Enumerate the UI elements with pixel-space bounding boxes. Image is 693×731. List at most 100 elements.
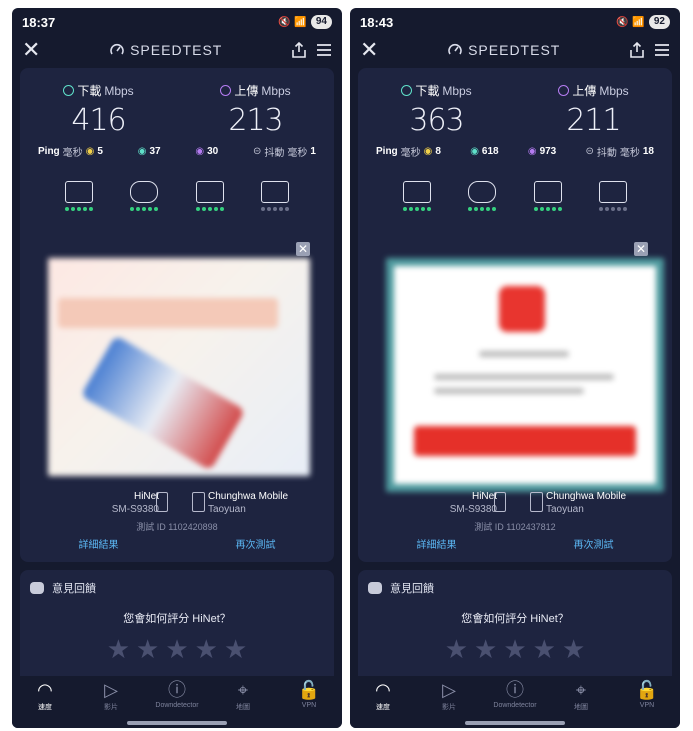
star-icon[interactable]: ★ <box>503 634 526 665</box>
upload-icon <box>558 85 570 96</box>
gaming-icon <box>130 181 159 203</box>
browsing-icon <box>402 181 431 203</box>
jitter-icon: ⊝ <box>253 146 262 157</box>
ad-close-icon[interactable]: ✕ <box>634 242 648 256</box>
share-icon[interactable] <box>292 42 306 58</box>
star-icon[interactable]: ★ <box>224 634 247 665</box>
ad-banner[interactable] <box>386 258 664 492</box>
menu-icon[interactable] <box>654 43 670 57</box>
feedback-card: 意見回饋 您會如何評分 HiNet？ ★ ★ ★ ★ ★ <box>20 570 334 685</box>
top-bar: ✕ SPEEDTEST <box>12 36 342 64</box>
nav-downdetector[interactable]: ⓘ Downdetector <box>147 680 207 709</box>
ping-download-value: 618 <box>481 146 499 157</box>
ping-idle-icon: ◉ <box>423 146 433 157</box>
home-indicator <box>127 721 227 725</box>
gaming-performance[interactable] <box>468 181 497 211</box>
video-icon <box>195 181 224 203</box>
feedback-question: 您會如何評分 HiNet？ <box>461 613 569 625</box>
result-id: 測試 ID 1102420898 <box>136 522 218 532</box>
server-icon <box>192 492 205 512</box>
close-icon[interactable]: ✕ <box>360 39 378 61</box>
video-performance[interactable] <box>195 181 224 211</box>
speedometer-icon: ◠ <box>37 680 53 700</box>
nav-label: 地圖 <box>236 704 250 711</box>
nav-map[interactable]: ⌖ 地圖 <box>213 680 273 712</box>
gaming-performance[interactable] <box>130 181 159 211</box>
phone-screen-left: 18:37 🔇 📶 94 ✕ SPEEDTEST 下載 Mbps 416 上傳 Mb… <box>12 8 342 728</box>
close-icon[interactable]: ✕ <box>22 39 40 61</box>
star-icon[interactable]: ★ <box>445 634 468 665</box>
retest-link[interactable]: 再次測試 <box>574 536 614 551</box>
nav-video[interactable]: ▷ 影片 <box>81 680 141 712</box>
home-indicator <box>465 721 565 725</box>
app-performance-row <box>358 181 672 211</box>
nav-vpn[interactable]: 🔓 VPN <box>279 680 339 709</box>
video-icon <box>533 181 562 203</box>
ping-unit: 毫秒 <box>62 148 83 159</box>
status-icons: 🔇 📶 94 <box>278 15 332 29</box>
nav-downdetector[interactable]: ⓘ Downdetector <box>485 680 545 709</box>
ping-idle-value: 8 <box>435 146 441 157</box>
top-bar: ✕ SPEEDTEST <box>350 36 680 64</box>
jitter-unit: 毫秒 <box>287 148 308 159</box>
star-icon[interactable]: ★ <box>136 634 159 665</box>
details-link[interactable]: 詳細結果 <box>417 536 457 551</box>
star-icon[interactable]: ★ <box>474 634 497 665</box>
share-icon[interactable] <box>630 42 644 58</box>
nav-label: VPN <box>301 702 317 709</box>
nav-map[interactable]: ⌖ 地圖 <box>551 680 611 712</box>
battery-badge: 92 <box>648 15 670 29</box>
star-icon[interactable]: ★ <box>533 634 556 665</box>
ping-download-icon: ◉ <box>137 146 147 157</box>
video-call-performance[interactable] <box>261 181 290 211</box>
status-bar: 18:43 🔇 📶 92 <box>350 8 680 36</box>
battery-badge: 94 <box>310 15 332 29</box>
nav-label: 速度 <box>376 704 390 711</box>
lock-icon: 🔓 <box>297 680 321 700</box>
details-link[interactable]: 詳細結果 <box>79 536 119 551</box>
server-name: Chunghwa Mobile <box>546 491 627 502</box>
jitter-value: 18 <box>642 146 654 157</box>
star-icon[interactable]: ★ <box>165 634 188 665</box>
speedometer-icon: ◠ <box>375 680 391 700</box>
nav-video[interactable]: ▷ 影片 <box>419 680 479 712</box>
ad-close-icon[interactable]: ✕ <box>296 242 310 256</box>
server-name: Chunghwa Mobile <box>208 491 289 502</box>
server-location: Taoyuan <box>208 504 246 515</box>
device-name: SM-S9380 <box>449 504 497 515</box>
alert-icon: ⓘ <box>506 680 524 700</box>
ad-banner[interactable] <box>48 258 310 476</box>
retest-link[interactable]: 再次測試 <box>236 536 276 551</box>
star-icon[interactable]: ★ <box>562 634 585 665</box>
star-icon[interactable]: ★ <box>195 634 218 665</box>
browsing-performance[interactable] <box>64 181 93 211</box>
app-performance-row <box>20 181 334 211</box>
jitter-value: 1 <box>310 146 316 157</box>
jitter-label: 抖動 <box>596 148 617 159</box>
nav-speed[interactable]: ◠ 速度 <box>15 680 75 712</box>
menu-icon[interactable] <box>316 43 332 57</box>
ping-idle-icon: ◉ <box>85 146 95 157</box>
download-result: 下載 Mbps 416 <box>63 82 134 138</box>
speedtest-logo-icon <box>448 43 462 55</box>
nav-label: 地圖 <box>574 704 588 711</box>
ping-label: Ping <box>38 146 60 157</box>
ping-download-value: 37 <box>149 146 161 157</box>
status-icons: 🔇 📶 92 <box>616 15 670 29</box>
brand-label: SPEEDTEST <box>130 42 223 58</box>
brand-title: SPEEDTEST <box>110 42 222 58</box>
star-icon[interactable]: ★ <box>107 634 130 665</box>
nav-speed[interactable]: ◠ 速度 <box>353 680 413 712</box>
nav-label: 影片 <box>442 704 456 711</box>
nav-vpn[interactable]: 🔓 VPN <box>617 680 677 709</box>
video-performance[interactable] <box>533 181 562 211</box>
video-call-performance[interactable] <box>599 181 628 211</box>
feedback-question: 您會如何評分 HiNet？ <box>123 613 231 625</box>
status-time: 18:43 <box>360 14 394 30</box>
feedback-card: 意見回饋 您會如何評分 HiNet？ ★ ★ ★ ★ ★ <box>358 570 672 685</box>
browsing-icon <box>64 181 93 203</box>
download-value: 416 <box>71 103 126 138</box>
download-icon <box>401 85 413 96</box>
browsing-performance[interactable] <box>402 181 431 211</box>
ping-row: Ping 毫秒 ◉ 8 ◉ 618 ◉ 973 ⊝ 抖動 毫秒 18 <box>358 144 672 159</box>
